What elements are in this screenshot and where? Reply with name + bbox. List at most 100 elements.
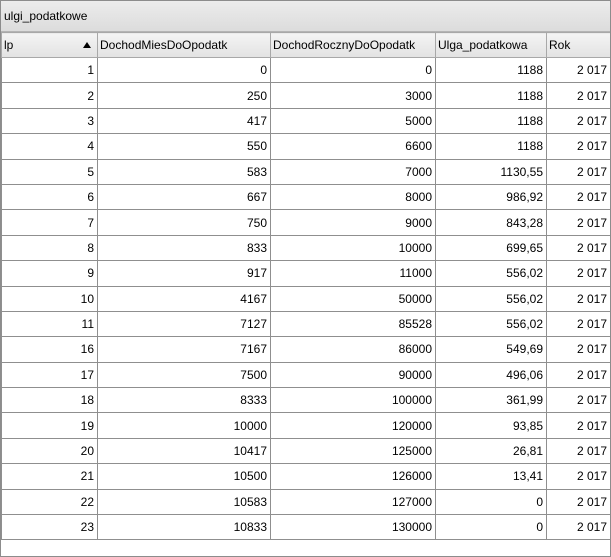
table-row[interactable]: 9 917 11000 556,02 2 017 — [1, 260, 610, 287]
cell-dochod-roczny[interactable]: 120000 — [270, 412, 436, 439]
cell-lp[interactable]: 7 — [1, 209, 98, 236]
table-row[interactable]: 21 10500 126000 13,41 2 017 — [1, 463, 610, 490]
cell-dochod-roczny[interactable]: 100000 — [270, 387, 436, 414]
cell-dochod-roczny[interactable]: 130000 — [270, 514, 436, 541]
cell-lp[interactable]: 22 — [1, 488, 98, 516]
cell-dochod-mies[interactable]: 750 — [97, 209, 271, 236]
table-row[interactable]: 5 583 7000 1130,55 2 017 — [1, 158, 610, 185]
table-row[interactable]: 10 4167 50000 556,02 2 017 — [1, 285, 610, 312]
cell-ulga[interactable]: 843,28 — [435, 209, 547, 236]
cell-lp[interactable]: 16 — [1, 336, 98, 363]
table-row[interactable]: 2 250 3000 1188 2 017 — [1, 82, 610, 109]
cell-ulga[interactable]: 1188 — [435, 133, 547, 160]
table-row[interactable]: 19 10000 120000 93,85 2 017 — [1, 412, 610, 439]
cell-dochod-mies[interactable]: 917 — [97, 260, 271, 287]
cell-ulga[interactable]: 1188 — [435, 56, 547, 84]
cell-dochod-roczny[interactable]: 0 — [270, 56, 436, 84]
window-titlebar[interactable]: ulgi_podatkowe — [1, 1, 610, 32]
cell-dochod-roczny[interactable]: 10000 — [270, 234, 436, 262]
cell-dochod-roczny[interactable]: 6600 — [270, 133, 436, 160]
cell-lp[interactable]: 5 — [1, 158, 98, 185]
table-row[interactable]: 3 417 5000 1188 2 017 — [1, 107, 610, 135]
cell-rok[interactable]: 2 017 — [546, 209, 610, 236]
column-header-dochod-roczny[interactable]: DochodRocznyDoOpodatk — [270, 32, 436, 58]
cell-rok[interactable]: 2 017 — [546, 56, 610, 84]
cell-dochod-mies[interactable]: 417 — [97, 107, 271, 135]
table-row[interactable]: 4 550 6600 1188 2 017 — [1, 133, 610, 160]
cell-rok[interactable]: 2 017 — [546, 158, 610, 185]
cell-rok[interactable]: 2 017 — [546, 412, 610, 439]
table-row[interactable]: 23 10833 130000 0 2 017 — [1, 514, 610, 541]
cell-ulga[interactable]: 93,85 — [435, 412, 547, 439]
cell-lp[interactable]: 8 — [1, 234, 98, 262]
cell-rok[interactable]: 2 017 — [546, 336, 610, 363]
cell-lp[interactable]: 10 — [1, 285, 98, 312]
cell-dochod-roczny[interactable]: 7000 — [270, 158, 436, 185]
cell-dochod-roczny[interactable]: 9000 — [270, 209, 436, 236]
cell-dochod-roczny[interactable]: 8000 — [270, 183, 436, 211]
cell-lp[interactable]: 3 — [1, 107, 98, 135]
cell-lp[interactable]: 17 — [1, 361, 98, 389]
table-row[interactable]: 11 7127 85528 556,02 2 017 — [1, 310, 610, 338]
cell-rok[interactable]: 2 017 — [546, 234, 610, 262]
cell-dochod-mies[interactable]: 7167 — [97, 336, 271, 363]
cell-ulga[interactable]: 1130,55 — [435, 158, 547, 185]
cell-ulga[interactable]: 361,99 — [435, 387, 547, 414]
cell-ulga[interactable]: 986,92 — [435, 183, 547, 211]
cell-rok[interactable]: 2 017 — [546, 82, 610, 109]
cell-lp[interactable]: 21 — [1, 463, 98, 490]
cell-ulga[interactable]: 1188 — [435, 82, 547, 109]
cell-lp[interactable]: 9 — [1, 260, 98, 287]
cell-ulga[interactable]: 556,02 — [435, 310, 547, 338]
cell-dochod-roczny[interactable]: 85528 — [270, 310, 436, 338]
table-row[interactable]: 8 833 10000 699,65 2 017 — [1, 234, 610, 262]
table-row[interactable]: 20 10417 125000 26,81 2 017 — [1, 437, 610, 465]
table-row[interactable]: 6 667 8000 986,92 2 017 — [1, 183, 610, 211]
cell-rok[interactable]: 2 017 — [546, 361, 610, 389]
cell-rok[interactable]: 2 017 — [546, 387, 610, 414]
cell-dochod-mies[interactable]: 7500 — [97, 361, 271, 389]
cell-lp[interactable]: 19 — [1, 412, 98, 439]
cell-dochod-mies[interactable]: 10500 — [97, 463, 271, 490]
table-row[interactable]: 17 7500 90000 496,06 2 017 — [1, 361, 610, 389]
cell-dochod-mies[interactable]: 7127 — [97, 310, 271, 338]
cell-lp[interactable]: 2 — [1, 82, 98, 109]
column-header-lp[interactable]: lp — [1, 32, 98, 58]
cell-lp[interactable]: 23 — [1, 514, 98, 541]
cell-dochod-mies[interactable]: 250 — [97, 82, 271, 109]
cell-dochod-mies[interactable]: 583 — [97, 158, 271, 185]
cell-ulga[interactable]: 556,02 — [435, 285, 547, 312]
cell-rok[interactable]: 2 017 — [546, 488, 610, 516]
table-row[interactable]: 1 0 0 1188 2 017 — [1, 56, 610, 84]
cell-ulga[interactable]: 0 — [435, 488, 547, 516]
cell-lp[interactable]: 1 — [1, 56, 98, 84]
cell-rok[interactable]: 2 017 — [546, 514, 610, 541]
cell-ulga[interactable]: 0 — [435, 514, 547, 541]
cell-rok[interactable]: 2 017 — [546, 107, 610, 135]
cell-dochod-roczny[interactable]: 50000 — [270, 285, 436, 312]
cell-ulga[interactable]: 13,41 — [435, 463, 547, 490]
cell-dochod-mies[interactable]: 4167 — [97, 285, 271, 312]
cell-dochod-mies[interactable]: 833 — [97, 234, 271, 262]
cell-dochod-roczny[interactable]: 126000 — [270, 463, 436, 490]
cell-rok[interactable]: 2 017 — [546, 463, 610, 490]
cell-dochod-mies[interactable]: 8333 — [97, 387, 271, 414]
table-row[interactable]: 18 8333 100000 361,99 2 017 — [1, 387, 610, 414]
cell-rok[interactable]: 2 017 — [546, 260, 610, 287]
cell-ulga[interactable]: 1188 — [435, 107, 547, 135]
cell-dochod-mies[interactable]: 10583 — [97, 488, 271, 516]
cell-dochod-roczny[interactable]: 127000 — [270, 488, 436, 516]
cell-rok[interactable]: 2 017 — [546, 133, 610, 160]
cell-dochod-roczny[interactable]: 90000 — [270, 361, 436, 389]
cell-dochod-roczny[interactable]: 125000 — [270, 437, 436, 465]
cell-dochod-mies[interactable]: 10417 — [97, 437, 271, 465]
table-row[interactable]: 16 7167 86000 549,69 2 017 — [1, 336, 610, 363]
cell-ulga[interactable]: 549,69 — [435, 336, 547, 363]
cell-dochod-roczny[interactable]: 11000 — [270, 260, 436, 287]
cell-ulga[interactable]: 26,81 — [435, 437, 547, 465]
cell-dochod-roczny[interactable]: 86000 — [270, 336, 436, 363]
cell-rok[interactable]: 2 017 — [546, 183, 610, 211]
table-row[interactable]: 7 750 9000 843,28 2 017 — [1, 209, 610, 236]
cell-lp[interactable]: 20 — [1, 437, 98, 465]
cell-ulga[interactable]: 556,02 — [435, 260, 547, 287]
